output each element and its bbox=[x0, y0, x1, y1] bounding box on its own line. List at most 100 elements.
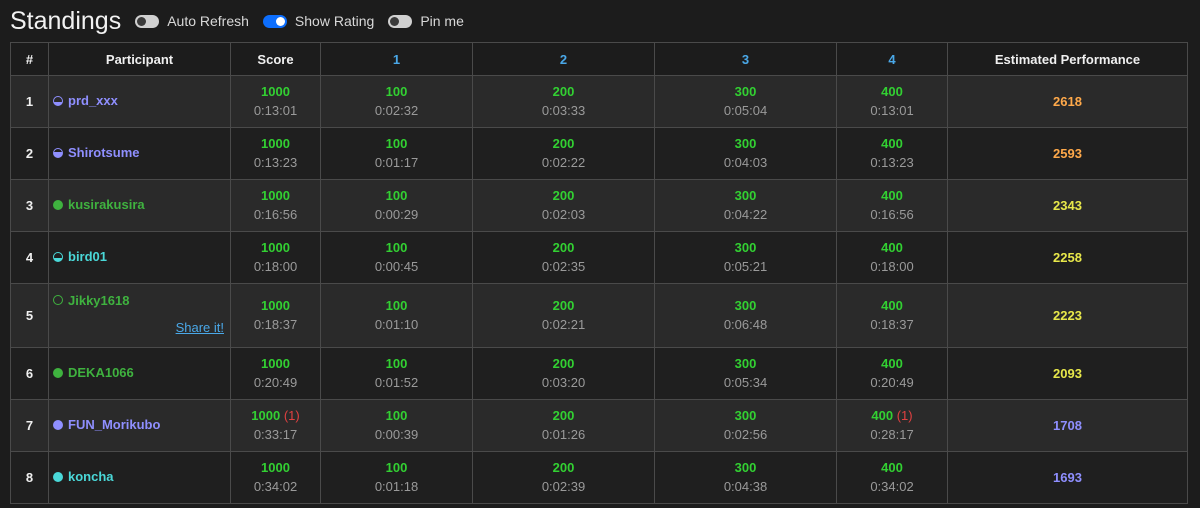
time: 0:00:39 bbox=[374, 426, 419, 442]
time: 0:03:33 bbox=[541, 102, 586, 118]
score-cell: 1000 0:20:49 bbox=[230, 347, 321, 400]
pin-me-toggle[interactable]: Pin me bbox=[388, 13, 464, 29]
rating-icon bbox=[53, 199, 63, 210]
task-cell: 200 0:02:22 bbox=[472, 127, 655, 180]
time: 0:13:23 bbox=[870, 154, 914, 170]
user-link[interactable]: FUN_Morikubo bbox=[53, 417, 160, 432]
time: 0:20:49 bbox=[870, 374, 914, 390]
time: 0:02:22 bbox=[541, 154, 586, 170]
rank-cell: 1 bbox=[10, 75, 49, 128]
points: 200 bbox=[552, 355, 575, 371]
time: 0:18:00 bbox=[253, 258, 298, 274]
points: 400 bbox=[881, 355, 903, 371]
participant-header[interactable]: Participant bbox=[48, 42, 231, 76]
toggle-switch[interactable] bbox=[262, 14, 287, 28]
task-cell: 400 0:18:00 bbox=[836, 231, 948, 284]
points: 300 bbox=[734, 187, 757, 203]
task-cell: 400 (1) 0:28:17 bbox=[836, 399, 948, 452]
time: 0:34:02 bbox=[870, 478, 914, 494]
toggle-switch[interactable] bbox=[135, 14, 160, 28]
username: Shirotsume bbox=[68, 145, 140, 160]
performance-cell: 2223 bbox=[947, 283, 1188, 348]
points: 400 bbox=[881, 239, 903, 255]
score-cell: 1000 0:13:23 bbox=[230, 127, 321, 180]
score-cell: 1000 0:16:56 bbox=[230, 179, 321, 232]
user-link[interactable]: prd_xxx bbox=[53, 93, 118, 108]
participant-cell: kusirakusira bbox=[48, 179, 231, 232]
points: 1000 bbox=[261, 135, 290, 151]
auto-refresh-toggle[interactable]: Auto Refresh bbox=[135, 13, 249, 29]
user-link[interactable]: kusirakusira bbox=[53, 197, 145, 212]
points: 100 bbox=[385, 187, 408, 203]
performance-header[interactable]: Estimated Performance bbox=[947, 42, 1188, 76]
points: 400 bbox=[881, 83, 903, 99]
task-cell: 100 0:00:29 bbox=[320, 179, 473, 232]
time: 0:18:37 bbox=[253, 316, 298, 332]
task-cell: 300 0:04:03 bbox=[654, 127, 837, 180]
time: 0:13:23 bbox=[253, 154, 298, 170]
rank-header[interactable]: # bbox=[10, 42, 49, 76]
time: 0:02:56 bbox=[723, 426, 768, 442]
task-cell: 100 0:01:10 bbox=[320, 283, 473, 348]
user-link[interactable]: bird01 bbox=[53, 249, 107, 264]
points: 400 bbox=[881, 187, 903, 203]
time: 0:06:48 bbox=[723, 316, 768, 332]
toggle-knob bbox=[390, 16, 400, 26]
user-link[interactable]: DEKA1066 bbox=[53, 365, 134, 380]
participant-cell: bird01 bbox=[48, 231, 231, 284]
score-header[interactable]: Score bbox=[230, 42, 321, 76]
points: 300 bbox=[734, 135, 757, 151]
task-cell: 100 0:01:52 bbox=[320, 347, 473, 400]
penalty: (1) bbox=[283, 407, 300, 423]
user-link[interactable]: Shirotsume bbox=[53, 145, 140, 160]
participant-cell: koncha bbox=[48, 451, 231, 504]
points: 300 bbox=[734, 459, 757, 475]
task-2-header[interactable]: 2 bbox=[472, 42, 655, 76]
time: 0:04:38 bbox=[723, 478, 768, 494]
time: 0:05:21 bbox=[723, 258, 768, 274]
points: 100 bbox=[385, 355, 408, 371]
points: 1000 (1) bbox=[251, 407, 300, 423]
username: koncha bbox=[68, 469, 114, 484]
task-1-header[interactable]: 1 bbox=[320, 42, 473, 76]
rating-icon bbox=[53, 251, 63, 262]
rank-cell: 3 bbox=[10, 179, 49, 232]
points: 200 bbox=[552, 407, 575, 423]
points: 300 bbox=[734, 83, 757, 99]
points: 100 bbox=[385, 83, 408, 99]
rating-icon bbox=[53, 147, 63, 158]
participant-cell: prd_xxx bbox=[48, 75, 231, 128]
task-cell: 200 0:02:03 bbox=[472, 179, 655, 232]
rating-icon bbox=[53, 295, 63, 305]
share-link[interactable]: Share it! bbox=[176, 320, 224, 335]
score-cell: 1000 0:34:02 bbox=[230, 451, 321, 504]
participant-cell: DEKA1066 bbox=[48, 347, 231, 400]
user-link[interactable]: koncha bbox=[53, 469, 114, 484]
rating-icon bbox=[53, 367, 63, 378]
task-cell: 400 0:18:37 bbox=[836, 283, 948, 348]
task-3-header[interactable]: 3 bbox=[654, 42, 837, 76]
table-header-row: # Participant Score 1 2 3 4 Estimated Pe… bbox=[10, 42, 1188, 76]
points: 1000 bbox=[261, 459, 290, 475]
score-cell: 1000 0:18:00 bbox=[230, 231, 321, 284]
toggle-knob bbox=[275, 16, 285, 26]
user-link[interactable]: Jikky1618 bbox=[53, 293, 129, 308]
task-cell: 300 0:05:21 bbox=[654, 231, 837, 284]
points: 1000 bbox=[261, 187, 290, 203]
points: 300 bbox=[734, 297, 757, 313]
points: 100 bbox=[385, 135, 408, 151]
task-4-header[interactable]: 4 bbox=[836, 42, 948, 76]
time: 0:02:35 bbox=[541, 258, 586, 274]
task-cell: 300 0:06:48 bbox=[654, 283, 837, 348]
table-row: 6 DEKA1066 1000 0:20:49 100 0:01:52 200 … bbox=[10, 347, 1188, 400]
points: 300 bbox=[734, 355, 757, 371]
points: 300 bbox=[734, 407, 757, 423]
toggle-switch[interactable] bbox=[388, 14, 413, 28]
score-cell: 1000 0:18:37 bbox=[230, 283, 321, 348]
table-row: 8 koncha 1000 0:34:02 100 0:01:18 200 0:… bbox=[10, 451, 1188, 504]
rank-cell: 5 bbox=[10, 283, 49, 348]
standings-header: Standings Auto Refresh Show Rating Pin m… bbox=[0, 0, 1200, 42]
task-cell: 200 0:02:39 bbox=[472, 451, 655, 504]
show-rating-toggle[interactable]: Show Rating bbox=[262, 13, 374, 29]
task-cell: 300 0:04:38 bbox=[654, 451, 837, 504]
